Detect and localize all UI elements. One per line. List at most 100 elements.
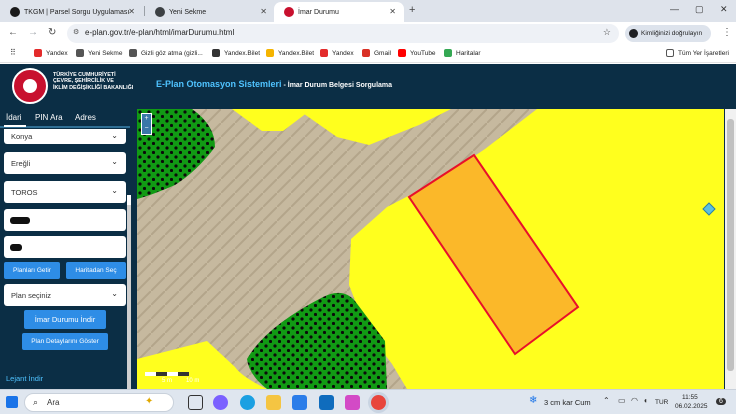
edge-icon[interactable]: [240, 395, 255, 410]
mahalle-select[interactable]: TOROS ⌄: [4, 181, 126, 203]
search-placeholder: Ara: [47, 398, 60, 407]
wifi-icon[interactable]: ◠: [631, 396, 638, 405]
clock-date[interactable]: 06.02.2025: [675, 403, 708, 410]
page-scrollbar[interactable]: [725, 109, 736, 389]
il-select[interactable]: Konya ⌄: [4, 129, 126, 144]
planlari-getir-button[interactable]: Planları Getir: [4, 262, 60, 279]
bookmark-yandex-bilet-2[interactable]: Yandex.Bilet: [266, 49, 314, 57]
tab-adres[interactable]: Adres: [75, 113, 96, 122]
chevron-down-icon: ⌄: [111, 131, 118, 140]
bookmark-new-tab[interactable]: Yeni Sekme: [76, 49, 122, 57]
clock-time[interactable]: 11:55: [682, 394, 698, 401]
map-canvas[interactable]: [137, 109, 724, 389]
bookmark-yandex[interactable]: Yandex: [34, 49, 68, 57]
new-tab-button[interactable]: +: [409, 4, 415, 16]
chevron-up-icon[interactable]: ⌃: [603, 396, 610, 405]
mahalle-value: TOROS: [11, 187, 38, 197]
bookmark-gmail[interactable]: Gmail: [362, 49, 391, 57]
chevron-down-icon: ⌄: [111, 289, 118, 298]
bookmark-maps[interactable]: Haritalar: [444, 49, 481, 57]
tab-imar-durumu[interactable]: İmar Durumu ✕: [274, 2, 404, 22]
reload-icon[interactable]: ↻: [48, 27, 56, 38]
forward-icon[interactable]: →: [28, 27, 38, 38]
taskbar-search[interactable]: ⌕ Ara ✦: [24, 393, 174, 412]
scrollbar-thumb[interactable]: [727, 119, 734, 371]
tab-new-tab[interactable]: Yeni Sekme ✕: [145, 2, 275, 22]
network-icon[interactable]: ▭: [618, 396, 626, 405]
folder-icon: [666, 49, 674, 57]
language-indicator[interactable]: TUR: [655, 399, 668, 406]
maps-icon: [444, 49, 452, 57]
lejant-indir-link[interactable]: Lejant İndir: [6, 374, 43, 383]
layers-icon[interactable]: [702, 202, 716, 216]
plan-detaylari-button[interactable]: Plan Detaylarını Göster: [22, 333, 108, 350]
scale-bar-segment: [156, 372, 167, 376]
spark-icon: ✦: [145, 396, 154, 407]
notification-badge[interactable]: 6: [716, 398, 726, 405]
query-panel: İdari PIN Ara Adres Konya ⌄ Ereğli ⌄ TOR…: [0, 109, 133, 389]
bookmark-star-icon[interactable]: ☆: [603, 27, 611, 38]
minimize-icon[interactable]: —: [670, 4, 679, 14]
start-icon[interactable]: [6, 396, 18, 408]
chevron-down-icon: ⌄: [111, 157, 118, 166]
bookmark-label: Yandex.Bilet: [224, 49, 261, 57]
weather-text[interactable]: 3 cm kar Cum: [544, 398, 591, 407]
copilot-icon[interactable]: [213, 395, 228, 410]
tab-idari[interactable]: İdari: [6, 113, 22, 122]
bookmark-label: Yandex: [332, 49, 354, 57]
apps-icon[interactable]: ⠿: [10, 48, 16, 57]
address-bar[interactable]: ⚙ e-plan.gov.tr/e-plan/html/imarDurumu.h…: [67, 24, 619, 43]
menu-kebab-icon[interactable]: ⋮: [722, 27, 732, 38]
all-bookmarks[interactable]: Tüm Yer İşaretleri: [666, 49, 729, 57]
ada-input[interactable]: [4, 209, 126, 231]
profile-button[interactable]: Kimliğinizi doğrulayın: [625, 25, 711, 42]
zoom-out-button[interactable]: −: [142, 124, 151, 134]
outlook-icon[interactable]: [319, 395, 334, 410]
map-view[interactable]: [137, 109, 724, 389]
location-pin-icon: [10, 7, 20, 17]
back-icon[interactable]: ←: [8, 27, 18, 38]
chrome-icon: [155, 7, 165, 17]
snow-weather-icon: ❄: [529, 395, 538, 406]
browser-toolbar: ← → ↻ ⚙ e-plan.gov.tr/e-plan/html/imarDu…: [0, 22, 736, 45]
volume-icon[interactable]: ◖: [643, 396, 648, 405]
ministry-name: TÜRKİYE CUMHURİYETİ ÇEVRE, ŞEHİRCİLİK VE…: [53, 72, 133, 91]
bookmark-youtube[interactable]: YouTube: [398, 49, 436, 57]
bookmark-incognito[interactable]: Gizli göz atma (gizli...: [129, 49, 203, 57]
ministry-line: İKLİM DEĞİŞİKLİĞİ BAKANLIĞI: [53, 84, 134, 91]
close-icon[interactable]: ✕: [389, 7, 396, 16]
site-info-icon[interactable]: ⚙: [73, 28, 79, 36]
ilce-select[interactable]: Ereğli ⌄: [4, 152, 126, 174]
zoom-in-button[interactable]: +: [142, 114, 151, 124]
app-title: E-Plan Otomasyon Sistemleri - İmar Durum…: [156, 79, 392, 89]
zoom-control[interactable]: + −: [141, 113, 152, 135]
bookmark-yandex-bilet-1[interactable]: Yandex.Bilet: [212, 49, 260, 57]
photos-icon[interactable]: [345, 395, 360, 410]
maximize-icon[interactable]: ▢: [695, 4, 704, 15]
bookmark-label: YouTube: [410, 49, 436, 57]
haritadan-sec-button[interactable]: Haritadan Seç: [66, 262, 126, 279]
panel-scrollbar[interactable]: [127, 195, 131, 389]
chrome-taskbar-icon[interactable]: [371, 395, 386, 410]
scrollbar-thumb[interactable]: [127, 205, 131, 389]
close-icon[interactable]: ✕: [128, 7, 135, 16]
parsel-input[interactable]: [4, 236, 126, 258]
bookmark-label: Yandex.Bilet: [278, 49, 315, 57]
window-close-icon[interactable]: ✕: [720, 4, 728, 15]
tab-tkgm[interactable]: TKGM | Parsel Sorgu Uygulaması ✕: [0, 2, 143, 22]
il-value: Konya: [11, 132, 33, 141]
tab-pin-ara[interactable]: PIN Ara: [35, 113, 63, 122]
scale-label-5m: 5 m: [162, 378, 173, 384]
file-explorer-icon[interactable]: [266, 395, 281, 410]
bookmark-yandex-2[interactable]: Yandex: [320, 49, 354, 57]
close-icon[interactable]: ✕: [260, 7, 267, 16]
app-title-sub: - İmar Durum Belgesi Sorgulama: [281, 82, 393, 89]
eplan-icon: [284, 7, 294, 17]
tab-title: Yeni Sekme: [169, 8, 207, 16]
bookmark-label: Yandex: [46, 49, 68, 57]
bookmark-label: Gizli göz atma (gizli...: [141, 49, 203, 57]
store-icon[interactable]: [292, 395, 307, 410]
plan-select[interactable]: Plan seçiniz ⌄: [4, 284, 126, 306]
imar-durumu-indir-button[interactable]: İmar Durumu İndir: [24, 310, 106, 329]
task-view-icon[interactable]: [188, 395, 203, 410]
